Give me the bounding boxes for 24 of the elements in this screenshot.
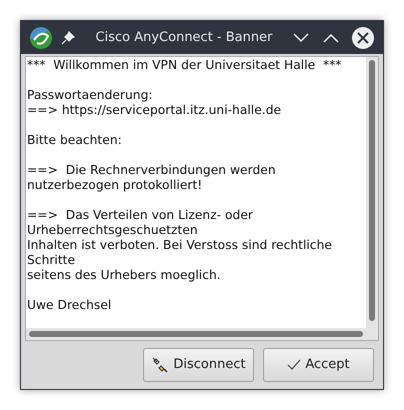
globe-icon — [29, 26, 53, 50]
disconnect-button[interactable]: Disconnect — [143, 348, 254, 382]
horizontal-scrollbar[interactable] — [29, 331, 363, 337]
banner-text-line: Urheberrechtsgeschuetzten — [27, 223, 198, 238]
vertical-scrollbar[interactable] — [369, 60, 375, 321]
checkmark-icon — [287, 359, 302, 371]
banner-text-line: Bitte beachten: — [27, 133, 122, 148]
banner-text-line: Schritte — [27, 253, 76, 268]
banner-text-line: ==> Die Rechnerverbindungen werden — [27, 163, 276, 178]
window-title: Cisco AnyConnect - Banner — [94, 28, 274, 47]
banner-text-line: nutzerbezogen protokolliert! — [27, 178, 202, 193]
plug-icon — [151, 356, 170, 374]
banner-text-line: ==> Das Verteilen von Lizenz- oder — [27, 208, 253, 223]
banner-text-line: Inhalten ist verboten. Bei Verstoss sind rechtliche — [27, 238, 332, 253]
banner-text-line: seitens des Urhebers moeglich. — [27, 268, 221, 283]
maximize-icon[interactable] — [323, 32, 339, 42]
accept-button[interactable]: Accept — [263, 348, 374, 382]
minimize-icon[interactable] — [293, 32, 309, 42]
banner-text-line: Passwortaenderung: — [27, 88, 153, 103]
pin-icon[interactable] — [61, 30, 75, 44]
banner-text-line: ==> https://serviceportal.itz.uni-halle.de — [27, 103, 282, 118]
close-icon[interactable] — [351, 26, 375, 50]
banner-text-line: *** Willkommen im VPN der Universitaet Halle *** — [27, 58, 342, 73]
banner-text-line: Uwe Drechsel — [27, 298, 112, 313]
